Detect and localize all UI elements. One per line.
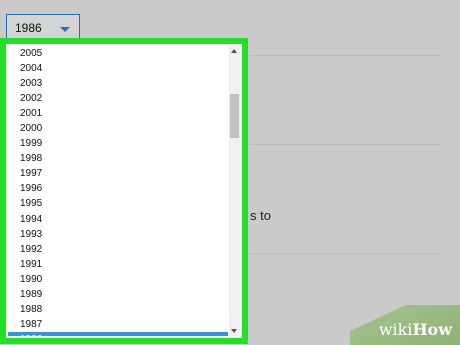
year-option[interactable]: 1995 xyxy=(8,196,228,211)
year-option-selected[interactable]: 1986 xyxy=(8,331,228,336)
year-option[interactable]: 2002 xyxy=(8,91,228,106)
wikihow-watermark: wikiHow xyxy=(350,305,460,345)
year-option[interactable]: 1997 xyxy=(8,166,228,181)
scrollbar[interactable] xyxy=(229,46,240,336)
year-option[interactable]: 2001 xyxy=(8,106,228,121)
scroll-up-arrow-icon[interactable] xyxy=(231,49,237,53)
watermark-prefix: wiki xyxy=(378,320,413,339)
year-option[interactable]: 2003 xyxy=(8,76,228,91)
year-dropdown-list: 2005 2004 2003 2002 2001 2000 1999 1998 1997 1996… xyxy=(0,38,248,344)
year-option[interactable]: 1988 xyxy=(8,302,228,317)
scrollbar-thumb[interactable] xyxy=(230,94,239,138)
year-option[interactable]: 1993 xyxy=(8,227,228,242)
background-divider xyxy=(250,253,440,254)
year-select-value: 1986 xyxy=(15,21,42,35)
year-option[interactable]: 1996 xyxy=(8,181,228,196)
screen: s to 1986 2005 2004 2003 2002 2001 2000 1999 19… xyxy=(0,0,460,345)
year-option[interactable]: 1992 xyxy=(8,242,228,257)
wikihow-logo: wikiHow xyxy=(379,320,452,339)
year-option[interactable]: 2005 xyxy=(8,46,228,61)
chevron-down-icon xyxy=(60,27,70,32)
scroll-down-arrow-icon[interactable] xyxy=(231,329,237,333)
watermark-suffix: How xyxy=(412,320,452,339)
year-option[interactable]: 1989 xyxy=(8,287,228,302)
year-option[interactable]: 1991 xyxy=(8,257,228,272)
background-text: s to xyxy=(250,208,271,223)
year-option[interactable]: 1994 xyxy=(8,212,228,227)
year-option[interactable]: 1987 xyxy=(8,317,228,332)
year-option[interactable]: 1999 xyxy=(8,136,228,151)
year-option[interactable]: 2004 xyxy=(8,61,228,76)
year-options: 2005 2004 2003 2002 2001 2000 1999 1998 1997 1996… xyxy=(8,46,228,336)
background-divider xyxy=(250,144,440,145)
year-option[interactable]: 2000 xyxy=(8,121,228,136)
background-divider xyxy=(250,55,440,56)
year-option[interactable]: 1990 xyxy=(8,272,228,287)
year-option[interactable]: 1998 xyxy=(8,151,228,166)
